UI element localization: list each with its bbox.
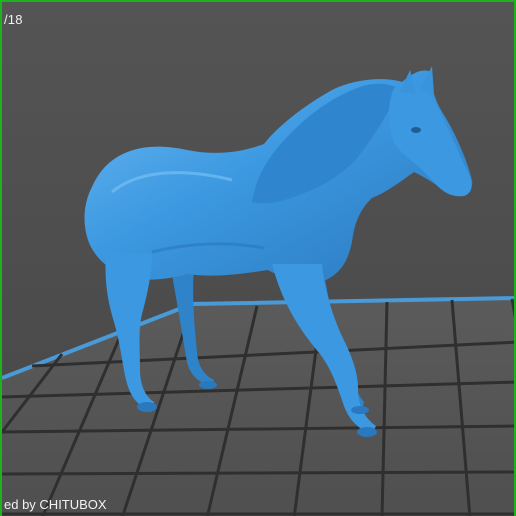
eye-detail xyxy=(411,127,421,133)
3d-viewport[interactable]: /18 ed by CHITUBOX xyxy=(0,0,516,516)
build-plate xyxy=(2,296,514,516)
layer-counter: /18 xyxy=(4,12,23,27)
scene-canvas[interactable] xyxy=(2,2,516,516)
watermark-text: ed by CHITUBOX xyxy=(4,497,107,512)
